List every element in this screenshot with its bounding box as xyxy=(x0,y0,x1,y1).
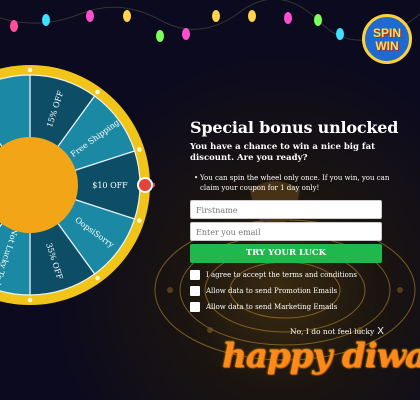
try-your-luck-button[interactable]: TRY YOUR LUCK xyxy=(190,244,382,263)
terms-checkbox-row[interactable]: I agree to accept the terms and conditio… xyxy=(190,270,390,280)
happy-diwali-greeting: happy diwali xyxy=(222,336,420,376)
prize-wheel[interactable]: 15% OFFFree Shipping$10 OFFOopsiSorry35%… xyxy=(0,60,155,310)
offer-panel: Special bonus unlocked You have a chance… xyxy=(190,118,399,318)
promotion-label: Allow data to send Promotion Emails xyxy=(206,287,338,295)
wheel-rim-bulb xyxy=(27,297,33,303)
offer-title: Special bonus unlocked xyxy=(190,118,399,137)
marketing-checkbox[interactable] xyxy=(190,302,200,312)
wheel-rim-bulb xyxy=(95,89,100,95)
popup-stage: SPIN WIN 15% OFF Free Shipping $10 OFF Oops… xyxy=(0,0,420,400)
wheel-rim-bulb xyxy=(95,275,100,281)
email-input[interactable]: Enter you email xyxy=(190,222,382,241)
logo-line2: WIN xyxy=(375,39,399,53)
wheel-rim-bulb xyxy=(137,218,142,223)
wheel-rim-bulb xyxy=(27,67,33,73)
offer-subtitle: You have a chance to win a nice big fat … xyxy=(190,142,376,163)
terms-label: I agree to accept the terms and conditio… xyxy=(206,271,357,279)
marketing-checkbox-row[interactable]: Allow data to send Marketing Emails xyxy=(190,302,390,312)
firstname-input[interactable]: Firstname xyxy=(190,200,382,219)
wheel-rim-bulb xyxy=(137,147,142,152)
string-lights xyxy=(0,0,420,42)
promotion-checkbox-row[interactable]: Allow data to send Promotion Emails xyxy=(190,286,390,296)
promotion-checkbox[interactable] xyxy=(190,286,200,296)
offer-note: You can spin the wheel only once. If you… xyxy=(194,174,390,193)
terms-checkbox[interactable] xyxy=(190,270,200,280)
spin-win-logo: SPIN WIN xyxy=(362,14,412,64)
marketing-label: Allow data to send Marketing Emails xyxy=(206,303,338,311)
wheel-pointer-dot xyxy=(137,177,153,193)
wheel-segment-label: $10 OFF xyxy=(92,181,128,190)
dismiss-label[interactable]: No, I do not feel lucky xyxy=(290,327,374,336)
